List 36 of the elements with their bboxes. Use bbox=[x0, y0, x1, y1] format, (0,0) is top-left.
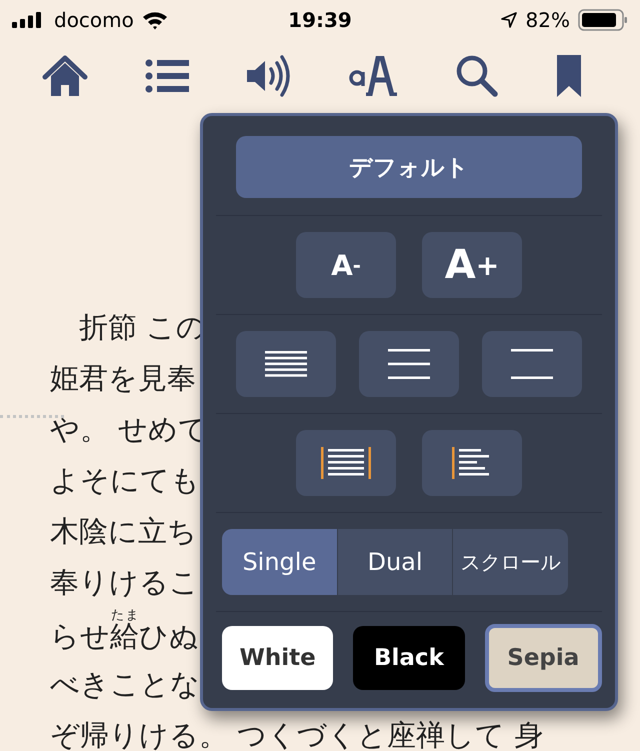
medium-lines-icon bbox=[388, 349, 430, 379]
font-size-icon[interactable] bbox=[348, 56, 398, 96]
line-spacing-button[interactable] bbox=[359, 331, 459, 397]
book-text-line: よそにても bbox=[50, 462, 200, 499]
default-button[interactable]: デフォルト bbox=[236, 136, 582, 198]
clock-time: 19:39 bbox=[288, 8, 352, 32]
page-mode-tab[interactable]: Single bbox=[222, 529, 338, 595]
left-aligned-margin-icon bbox=[452, 447, 492, 479]
location-arrow-icon bbox=[500, 11, 518, 29]
wifi-icon bbox=[142, 10, 168, 30]
book-text-line: ぞ帰りける。 つくづくと座禅して 身 bbox=[50, 717, 544, 751]
book-text-line: らせ給 たま ひぬ bbox=[50, 608, 199, 655]
search-icon[interactable] bbox=[454, 54, 499, 98]
margin-button[interactable] bbox=[422, 430, 522, 496]
theme-button[interactable]: White bbox=[222, 626, 334, 690]
home-icon[interactable] bbox=[42, 55, 88, 97]
carrier-name: docomo bbox=[54, 8, 134, 32]
book-text-line: 木陰に立ち bbox=[50, 513, 197, 550]
list-icon[interactable] bbox=[145, 58, 190, 94]
theme-button[interactable]: Sepia bbox=[484, 624, 602, 692]
page-mode-tab[interactable]: Dual bbox=[338, 529, 454, 595]
narrow-margin-icon bbox=[321, 447, 371, 479]
book-text-line: べきことな bbox=[50, 666, 200, 703]
page-mode-tab[interactable]: スクロール bbox=[453, 529, 568, 595]
wide-lines-icon bbox=[511, 349, 553, 379]
battery-percent: 82% bbox=[526, 8, 570, 32]
book-text-line: 姫君を見奉 bbox=[50, 360, 196, 397]
book-text-line: 奉りけるこ bbox=[50, 564, 199, 601]
line-spacing-button[interactable] bbox=[236, 331, 336, 397]
tight-lines-icon bbox=[265, 351, 307, 377]
bookmark-icon[interactable] bbox=[556, 55, 582, 97]
speaker-icon[interactable] bbox=[246, 55, 290, 97]
theme-button[interactable]: Black bbox=[353, 626, 465, 690]
line-spacing-button[interactable] bbox=[482, 331, 582, 397]
battery-icon bbox=[578, 9, 628, 31]
margin-button[interactable] bbox=[296, 430, 396, 496]
